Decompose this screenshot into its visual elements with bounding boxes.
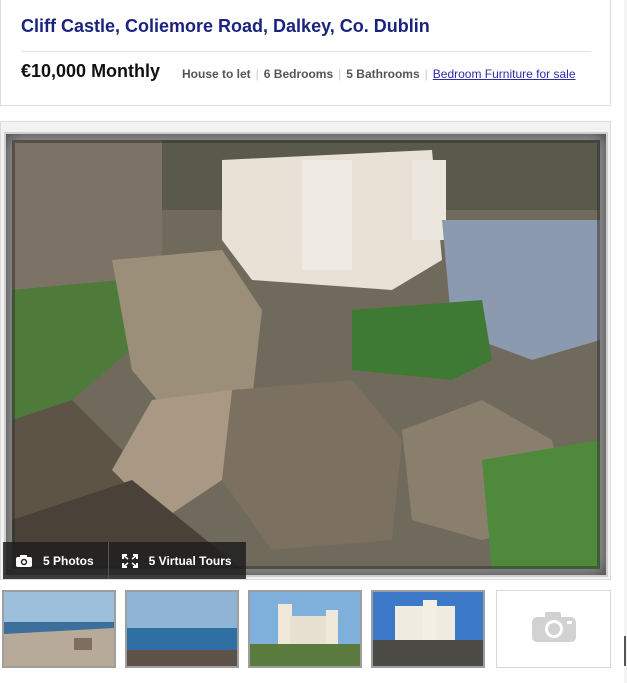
gallery-toolbar: 5 Photos 5 Virtual Tours (3, 542, 246, 579)
page-edge-marker (624, 636, 626, 666)
thumbnail[interactable] (371, 590, 485, 668)
listing-price: €10,000 Monthly (21, 61, 161, 81)
bedroom-furniture-link[interactable]: Bedroom Furniture for sale (433, 67, 576, 81)
virtual-tours-label: 5 Virtual Tours (148, 553, 232, 568)
photo-gallery: 5 Photos 5 Virtual Tours (0, 121, 611, 580)
bedrooms-count: 6 Bedrooms (263, 67, 334, 81)
meta-separator: | (338, 67, 342, 81)
header-divider (21, 51, 591, 52)
photos-count-label: 5 Photos (43, 553, 94, 568)
meta-separator: | (255, 67, 259, 81)
thumbnail-strip (0, 590, 611, 668)
camera-icon (15, 554, 33, 568)
meta-separator: | (424, 67, 428, 81)
listing-header: Cliff Castle, Coliemore Road, Dalkey, Co… (0, 0, 611, 106)
property-type: House to let (182, 67, 251, 81)
listing-meta: House to let | 6 Bedrooms | 5 Bathrooms … (182, 67, 576, 81)
camera-icon (530, 610, 578, 649)
listing-title: Cliff Castle, Coliemore Road, Dalkey, Co… (21, 16, 430, 36)
photos-button[interactable]: 5 Photos (3, 542, 108, 579)
thumbnail[interactable] (248, 590, 362, 668)
thumbnail-placeholder[interactable] (496, 590, 611, 668)
main-photo-frame (4, 132, 608, 577)
virtual-tours-button[interactable]: 5 Virtual Tours (107, 542, 246, 579)
fullscreen-icon (121, 553, 139, 568)
thumbnail[interactable] (125, 590, 239, 668)
thumbnail[interactable] (2, 590, 116, 668)
bathrooms-count: 5 Bathrooms (346, 67, 420, 81)
main-photo[interactable] (12, 140, 600, 569)
